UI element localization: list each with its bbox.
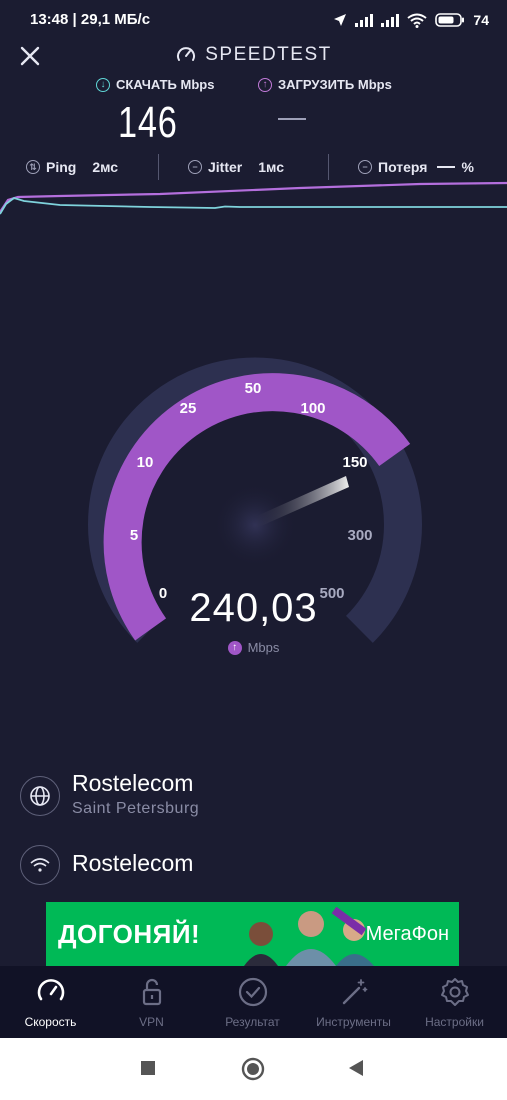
speedometer-icon xyxy=(177,47,196,61)
battery-level: 74 xyxy=(473,12,489,28)
download-label: ↓ СКАЧАТЬ Mbps xyxy=(96,77,214,92)
upload-label: ↑ ЗАГРУЗИТЬ Mbps xyxy=(258,77,392,92)
gauge-tick: 25 xyxy=(180,400,197,417)
download-value: 146 xyxy=(118,98,178,147)
bottom-nav: Скорость VPN Результат Инструменты Настр… xyxy=(0,966,507,1038)
nav-settings[interactable]: Настройки xyxy=(404,966,505,1038)
nav-label: Настройки xyxy=(425,1015,484,1029)
wifi-icon xyxy=(407,13,428,28)
nav-label: Результат xyxy=(225,1015,280,1029)
server-globe-button[interactable] xyxy=(20,776,60,816)
ad-brand: МегаФон xyxy=(365,923,449,945)
nav-tools[interactable]: Инструменты xyxy=(303,966,404,1038)
nav-label: Инструменты xyxy=(316,1015,391,1029)
gauge-tick: 50 xyxy=(245,380,262,397)
upload-arrow-icon: ↑ xyxy=(227,640,242,655)
ad-people-image xyxy=(244,906,374,966)
app-title: SPEEDTEST xyxy=(205,44,332,65)
upload-arrow-icon: ↑ xyxy=(258,77,272,92)
battery-icon xyxy=(435,13,465,27)
nav-label: VPN xyxy=(139,1015,164,1029)
gauge-unit-row: ↑ Mbps xyxy=(0,640,507,655)
speedometer-icon xyxy=(35,976,67,1008)
nav-speed[interactable]: Скорость xyxy=(0,966,101,1038)
server-provider[interactable]: Rostelecom xyxy=(72,770,193,797)
speed-graph xyxy=(0,181,507,215)
signal-icon xyxy=(381,14,400,27)
globe-icon xyxy=(30,786,50,806)
status-time: 13:48 | 29,1 МБ/с xyxy=(30,11,151,28)
gauge-unit: Mbps xyxy=(247,640,280,655)
magic-wand-icon xyxy=(338,976,370,1008)
wifi-icon xyxy=(30,858,50,872)
status-bar: 13:48 | 29,1 МБ/с 74 xyxy=(0,0,507,40)
gauge-tick: 100 xyxy=(300,400,325,417)
nav-vpn[interactable]: VPN xyxy=(101,966,202,1038)
system-nav-bar xyxy=(0,1038,507,1100)
gauge-tick: 150 xyxy=(342,454,367,471)
network-provider[interactable]: Rostelecom xyxy=(72,850,193,877)
download-label-text: СКАЧАТЬ Mbps xyxy=(116,77,215,92)
signal-icon xyxy=(355,14,374,27)
recent-apps-icon[interactable] xyxy=(140,1060,156,1076)
upload-value-empty xyxy=(278,118,306,120)
network-wifi-button[interactable] xyxy=(20,845,60,885)
ad-banner[interactable]: ДОГОНЯЙ! МегаФон xyxy=(46,902,459,966)
home-icon[interactable] xyxy=(241,1057,265,1081)
nav-results[interactable]: Результат xyxy=(202,966,303,1038)
lock-icon xyxy=(136,976,168,1008)
upload-label-text: ЗАГРУЗИТЬ Mbps xyxy=(278,77,392,92)
gauge-value: 240,03 xyxy=(189,586,318,630)
server-location[interactable]: Saint Petersburg xyxy=(72,800,199,818)
download-graph-line xyxy=(0,197,507,215)
gauge-tick: 10 xyxy=(137,454,154,471)
gauge-tick: 5 xyxy=(130,527,138,544)
gear-icon xyxy=(439,976,471,1008)
location-arrow-icon xyxy=(334,14,347,26)
back-icon[interactable] xyxy=(348,1059,364,1077)
ad-headline: ДОГОНЯЙ! xyxy=(58,919,201,949)
app-header: SPEEDTEST xyxy=(0,44,507,66)
status-icons: 74 xyxy=(333,9,489,31)
download-arrow-icon: ↓ xyxy=(96,77,110,92)
gauge-tick: 300 xyxy=(347,527,372,544)
nav-label: Скорость xyxy=(24,1015,77,1029)
check-circle-icon xyxy=(237,976,269,1008)
loss-value-empty xyxy=(437,166,456,168)
